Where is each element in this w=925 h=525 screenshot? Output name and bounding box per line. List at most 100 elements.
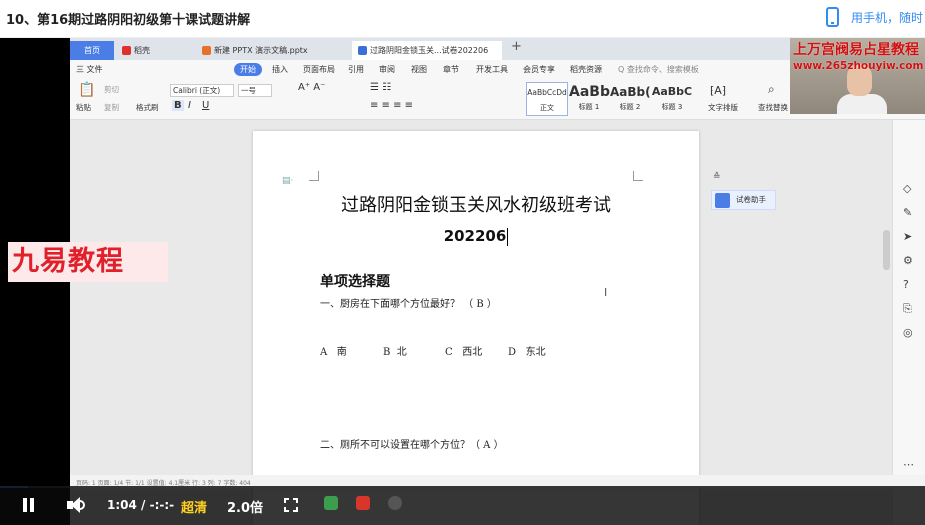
word-icon [358, 46, 367, 55]
webcam-overlay: 上万宫阀易占星教程 www.265zhouyiw.com [790, 38, 925, 114]
style-heading2-label: 标题 2 [619, 103, 641, 111]
menu-review[interactable]: 审阅 [379, 64, 395, 75]
vertical-scrollbar[interactable] [883, 230, 890, 270]
text-layout-button[interactable]: 文字排版 [708, 102, 738, 113]
style-heading2-sample: AaBb( [610, 85, 651, 99]
webcam-watermark-url: www.265zhouyiw.com [793, 60, 924, 72]
pointer-icon[interactable]: ➤ [903, 230, 912, 243]
menu-insert[interactable]: 插入 [272, 64, 288, 75]
style-normal-sample: AaBbCcDd [527, 88, 567, 97]
exam-assistant-button[interactable]: 试卷助手 [711, 190, 776, 210]
doc-subtitle: 202206 [253, 227, 699, 246]
option-c-letter: C [445, 347, 453, 358]
jiuyi-logo: 九易教程 [8, 242, 168, 282]
font-size-select[interactable]: 一号 [238, 84, 272, 97]
menu-member[interactable]: 会员专享 [523, 64, 555, 75]
webcam-watermark-title: 上万宫阀易占星教程 [793, 42, 919, 58]
exam-assistant-label: 试卷助手 [736, 195, 766, 204]
pptx-icon [202, 46, 211, 55]
bold-button[interactable]: B [172, 100, 184, 111]
section-title: 单项选择题 [320, 274, 390, 290]
bullets-button[interactable]: ☰ ☷ [370, 82, 391, 93]
menu-reference[interactable]: 引用 [348, 64, 364, 75]
paste-icon[interactable]: 📋 [78, 82, 95, 98]
docer-icon [122, 46, 131, 55]
style-normal[interactable]: AaBbCcDd 正文 [526, 82, 568, 116]
format-painter-button[interactable]: 格式刷 [136, 102, 159, 113]
document-page[interactable]: 过路阴阳金锁玉关风水初级班考试 202206 单项选择题 一、厨房在下面哪个方位… [253, 131, 699, 525]
collapse-icon[interactable]: ≙ [713, 172, 721, 182]
underline-button[interactable]: U [202, 100, 209, 111]
edit-icon[interactable]: ✎ [903, 206, 912, 219]
app-icon-green [324, 496, 338, 510]
tab-exam-doc[interactable]: 过路阴阳金锁玉关...试卷202206 [352, 41, 502, 60]
tab-home[interactable]: 首页 [70, 41, 114, 60]
italic-button[interactable]: I [188, 100, 191, 111]
text-cursor-icon: I [604, 286, 608, 299]
fullscreen-icon[interactable] [284, 498, 298, 512]
taskbar-icons [320, 492, 420, 518]
doc-title: 过路阴阳金锁玉关风水初级班考试 [341, 195, 611, 216]
font-name-select[interactable]: Calibri (正文) [170, 84, 234, 97]
text-layout-icon[interactable]: ⁅A⁆ [710, 84, 726, 97]
align-buttons[interactable]: ≡ ≡ ≡ ≡ [370, 100, 413, 111]
menu-layout[interactable]: 页面布局 [303, 64, 335, 75]
option-d-letter: D [508, 347, 517, 358]
document-area[interactable]: 过路阴阳金锁玉关风水初级班考试 202206 单项选择题 一、厨房在下面哪个方位… [70, 120, 925, 525]
option-c: C 西北 [445, 343, 482, 358]
quality-button[interactable]: 超清 [181, 497, 207, 516]
phone-icon[interactable] [826, 7, 839, 27]
pause-icon[interactable] [23, 498, 35, 512]
search-commands[interactable]: Q 查找命令、搜索模板 [618, 64, 699, 75]
menu-file[interactable]: 三 文件 [76, 64, 103, 75]
menu-docer-resources[interactable]: 稻壳资源 [570, 64, 602, 75]
option-d-text: 东北 [525, 347, 546, 358]
menu-home[interactable]: 开始 [234, 63, 262, 76]
style-heading3-label: 标题 3 [661, 103, 683, 111]
style-heading2[interactable]: AaBb( 标题 2 [610, 82, 651, 116]
video-player[interactable]: 首页 稻壳 新建 PPTX 演示文稿.pptx 过路阴阳金锁玉关...试卷202… [0, 38, 925, 525]
settings-icon[interactable]: ⚙ [903, 254, 913, 267]
tab-exam-doc-label: 过路阴阳金锁玉关...试卷202206 [370, 46, 489, 55]
copy-button[interactable]: 复制 [104, 102, 119, 113]
margin-marker-left [309, 171, 319, 181]
volume-icon[interactable] [67, 496, 89, 514]
course-title: 10、第16期过路阴阳初级第十课试题讲解 [6, 13, 251, 28]
select-icon[interactable]: ◇ [903, 182, 911, 195]
help-icon[interactable]: ? [903, 278, 909, 291]
right-sidebar: ◇ ✎ ➤ ⚙ ? ⎘ ◎ ⋯ [892, 120, 925, 525]
presenter-shirt [837, 94, 887, 114]
menu-view[interactable]: 视图 [411, 64, 427, 75]
option-a-text: 南 [336, 347, 347, 358]
player-controls: 1:04 / -:-:- 超清 2.0倍 [0, 486, 925, 525]
new-tab-button[interactable]: + [511, 39, 522, 54]
option-b-text: 北 [396, 347, 407, 358]
style-heading1[interactable]: AaBb 标题 1 [569, 82, 610, 116]
find-replace-button[interactable]: 查找替换 [758, 102, 788, 113]
more-icon[interactable]: ⋯ [903, 458, 914, 471]
option-b-letter: B [383, 347, 391, 358]
cut-button[interactable]: 剪切 [104, 84, 119, 95]
menu-chapter[interactable]: 章节 [443, 64, 459, 75]
option-d: D 东北 [508, 343, 546, 358]
paste-button[interactable]: 粘贴 [76, 102, 91, 113]
speed-button[interactable]: 2.0倍 [227, 497, 263, 516]
paragraph-handle-icon[interactable]: ▤· [282, 176, 293, 186]
question-2: 二、厕所不可以设置在哪个方位？（ A ） [320, 440, 504, 451]
tab-docer[interactable]: 稻壳 [116, 41, 192, 60]
grow-font-button[interactable]: A⁺ A⁻ [298, 82, 325, 93]
location-icon[interactable]: ◎ [903, 326, 913, 339]
menu-devtools[interactable]: 开发工具 [476, 64, 508, 75]
wps-icon [356, 496, 370, 510]
option-c-text: 西北 [462, 347, 483, 358]
tab-pptx[interactable]: 新建 PPTX 演示文稿.pptx [196, 41, 348, 60]
style-heading3[interactable]: AaBbC 标题 3 [650, 82, 694, 116]
exam-assistant-icon [715, 193, 730, 208]
mobile-watch-link[interactable]: 用手机，随时 [851, 9, 923, 26]
course-header: 10、第16期过路阴阳初级第十课试题讲解 用手机，随时 [0, 0, 925, 38]
tab-docer-label: 稻壳 [134, 46, 150, 55]
share-icon[interactable]: ⎘ [903, 302, 912, 316]
find-icon[interactable]: ⌕ [768, 82, 775, 97]
wps-window: 首页 稻壳 新建 PPTX 演示文稿.pptx 过路阴阳金锁玉关...试卷202… [70, 38, 925, 525]
style-normal-label: 正文 [540, 104, 554, 112]
